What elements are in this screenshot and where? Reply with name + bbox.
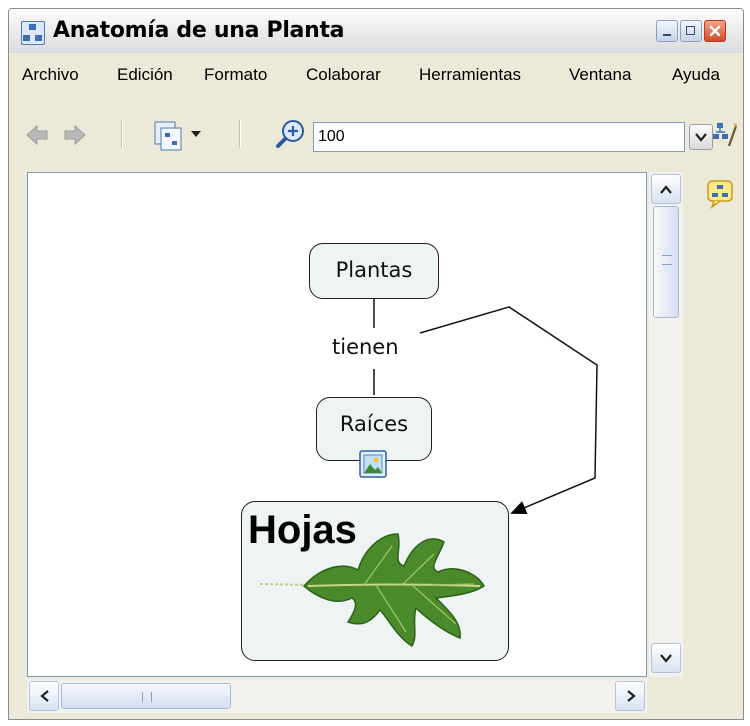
scroll-left-button[interactable] — [29, 681, 59, 711]
close-icon — [709, 25, 721, 37]
vertical-scrollbar[interactable] — [649, 172, 683, 677]
connector-arrow — [419, 306, 598, 515]
forward-arrow-icon[interactable] — [63, 124, 87, 146]
menu-formato[interactable]: Formato — [204, 65, 267, 85]
toolbar-separator — [239, 120, 241, 148]
zoom-dropdown-button[interactable] — [689, 124, 713, 150]
title-bar: Anatomía de una Planta — [9, 9, 743, 53]
menu-archivo[interactable]: Archivo — [22, 65, 79, 85]
chevron-up-icon — [660, 185, 672, 194]
menu-edicion[interactable]: Edición — [117, 65, 173, 85]
concept-label: Hojas — [248, 508, 357, 552]
horizontal-scrollbar[interactable] — [27, 679, 647, 713]
grip-icon — [662, 255, 672, 265]
horizontal-scroll-thumb[interactable] — [61, 683, 231, 709]
minimize-button[interactable] — [656, 20, 678, 42]
concept-label: Raíces — [339, 412, 409, 436]
zoom-in-icon[interactable] — [275, 118, 307, 150]
image-attachment-icon[interactable] — [359, 450, 387, 478]
menu-ventana[interactable]: Ventana — [569, 65, 631, 85]
zoom-value: 100 — [318, 128, 345, 145]
toolbar: 100 — [9, 104, 743, 160]
zoom-input[interactable]: 100 — [313, 122, 685, 152]
chevron-right-icon — [627, 690, 636, 702]
menu-bar: Archivo Edición Formato Colaborar Herram… — [9, 59, 743, 89]
scroll-up-button[interactable] — [651, 174, 681, 204]
grip-icon — [142, 692, 152, 702]
maximize-button[interactable] — [680, 20, 702, 42]
concept-node-plantas[interactable]: Plantas — [309, 243, 439, 299]
minimize-icon — [663, 34, 671, 36]
concept-node-hojas[interactable]: Hojas — [241, 501, 509, 661]
chevron-down-icon — [695, 133, 707, 142]
maximize-icon — [686, 26, 695, 35]
menu-ayuda[interactable]: Ayuda — [672, 65, 720, 85]
close-button[interactable] — [704, 20, 726, 42]
back-arrow-icon[interactable] — [25, 124, 49, 146]
vertical-scroll-thumb[interactable] — [653, 206, 679, 318]
dropdown-arrow-icon[interactable] — [191, 131, 201, 139]
menu-herramientas[interactable]: Herramientas — [419, 65, 521, 85]
concept-map-canvas[interactable]: Plantas tienen Raíces Hojas — [27, 172, 647, 677]
app-window: Anatomía de una Planta Archivo Edición F… — [8, 8, 744, 720]
window-title: Anatomía de una Planta — [53, 18, 345, 43]
map-settings-icon[interactable] — [712, 120, 738, 150]
toolbar-separator — [121, 120, 123, 148]
chevron-left-icon — [40, 690, 49, 702]
menu-colaborar[interactable]: Colaborar — [306, 65, 381, 85]
app-concept-map-icon — [21, 21, 45, 45]
chat-icon[interactable] — [706, 179, 734, 209]
chevron-down-icon — [660, 654, 672, 663]
link-label-tienen[interactable]: tienen — [332, 335, 399, 359]
scroll-down-button[interactable] — [651, 643, 681, 673]
view-map-icon[interactable] — [153, 120, 187, 152]
scroll-right-button[interactable] — [615, 681, 645, 711]
concept-label: Plantas — [335, 258, 413, 282]
